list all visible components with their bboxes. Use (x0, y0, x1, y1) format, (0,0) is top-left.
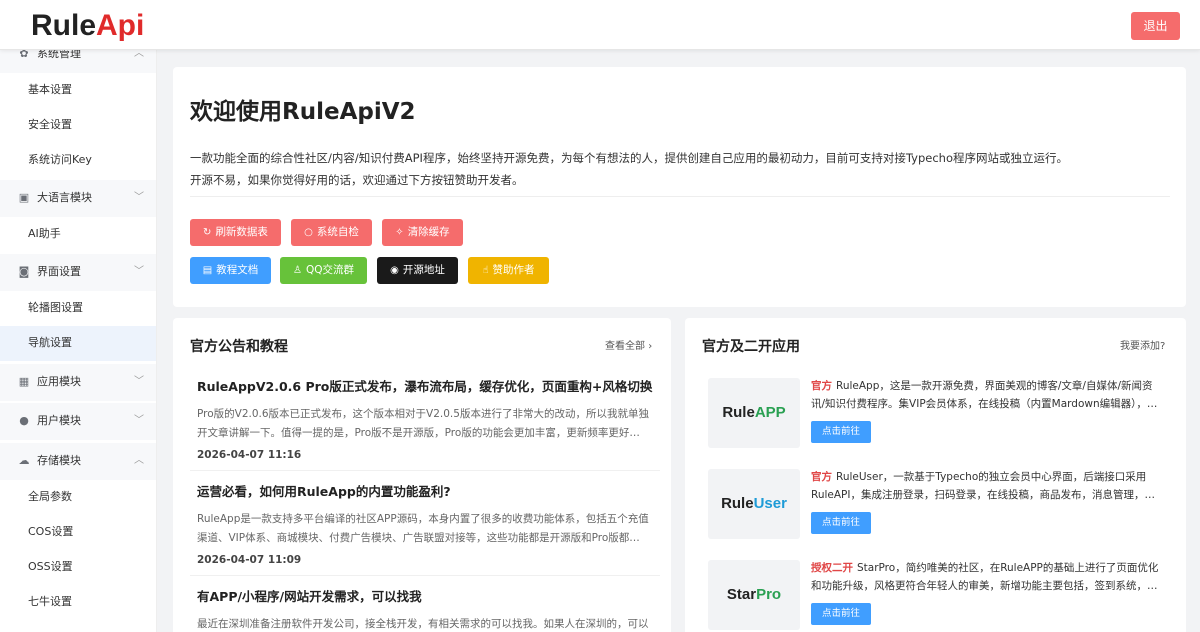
divider (190, 575, 660, 576)
app-description: 官方 RuleApp，这是一款开源免费，界面美观的博客/文章/自媒体/新闻资讯/知… (811, 380, 1158, 410)
add-app-link[interactable]: 我要添加? (1120, 339, 1165, 355)
app-tag: 授权二开 (811, 562, 853, 574)
app-description: 官方 RuleUser，一款基于Typecho的独立会员中心界面，后端接口采用Ru… (811, 471, 1155, 501)
thumb-icon: ☝ (482, 265, 489, 276)
apps-card: 官方及二开应用 我要添加? RuleAPP 官方 RuleApp，这是一款开源免费… (685, 318, 1186, 632)
sidebar-item-basic-settings[interactable]: 基本设置 (0, 73, 156, 108)
go-starpro-button[interactable]: 点击前往 (811, 603, 872, 625)
refresh-tables-button[interactable]: ↻ 刷新数据表 (190, 219, 281, 246)
broom-icon: ✧ (395, 227, 404, 238)
logo[interactable]: RuleApi (31, 8, 144, 44)
app-item-ruleuser: RuleUser 官方 RuleUser，一款基于Typecho的独立会员中心界面… (708, 469, 1168, 539)
user-icon: ● (19, 414, 29, 427)
app-item-ruleapp: RuleAPP 官方 RuleApp，这是一款开源免费，界面美观的博客/文章/自媒… (708, 378, 1168, 448)
top-header: RuleApi 退出 (0, 0, 1200, 50)
app-item-starpro: StarPro 授权二开 StarPro，简约唯美的社区，在RuleAPP的基础上… (708, 560, 1168, 630)
sidebar-item-cos-settings[interactable]: COS设置 (0, 515, 156, 550)
go-ruleuser-button[interactable]: 点击前往 (811, 512, 872, 534)
sidebar-item-oss-settings[interactable]: OSS设置 (0, 550, 156, 585)
chevron-up-icon: ︿ (134, 50, 144, 59)
sidebar-group-ui-settings[interactable]: ◙ 界面设置 ﹀ (0, 254, 156, 291)
app-tag: 官方 (811, 471, 832, 483)
system-check-button[interactable]: ○ 系统自检 (291, 219, 372, 246)
user-icon: ♙ (293, 265, 302, 276)
starpro-logo: StarPro (708, 560, 800, 630)
news-item[interactable]: 运营必看，如何用RuleApp的内置功能盈利? RuleApp是一款支持多平台编… (197, 483, 657, 568)
sponsor-button[interactable]: ☝ 赞助作者 (468, 257, 549, 284)
loop-icon: ○ (304, 227, 313, 238)
chevron-right-icon: › (648, 341, 653, 352)
document-icon: ▤ (202, 265, 213, 276)
page-title: 欢迎使用RuleApiV2 (190, 99, 416, 125)
chevron-down-icon: ﹀ (134, 376, 144, 387)
chevron-down-icon: ﹀ (134, 192, 144, 203)
cloud-upload-icon: ☁ (18, 454, 30, 467)
sidebar-item-qiniu-settings[interactable]: 七牛设置 (0, 585, 156, 620)
app-description: 授权二开 StarPro，简约唯美的社区，在RuleAPP的基础上进行了页面优化和… (811, 562, 1159, 592)
news-item[interactable]: 有APP/小程序/网站开发需求，可以找我 最近在深圳准备注册软件开发公司，接全栈… (197, 588, 657, 632)
sidebar-group-system[interactable]: ✿ 系统管理 ︿ (0, 50, 156, 73)
news-card: 官方公告和教程 查看全部 › RuleAppV2.0.6 Pro版正式发布，瀑布… (173, 318, 671, 632)
source-code-button[interactable]: ◉ 开源地址 (377, 257, 458, 284)
eye-icon: ◉ (390, 265, 399, 276)
logout-button[interactable]: 退出 (1131, 12, 1180, 40)
chevron-down-icon: ﹀ (134, 266, 144, 277)
sidebar-item-ai-assistant[interactable]: AI助手 (0, 217, 156, 252)
ruleapp-logo: RuleAPP (708, 378, 800, 448)
welcome-description: 一款功能全面的综合性社区/内容/知识付费API程序，始终坚持开源免费，为每个有想… (190, 151, 1068, 187)
go-ruleapp-button[interactable]: 点击前往 (811, 421, 872, 443)
view-all-link[interactable]: 查看全部 › (605, 339, 652, 355)
refresh-icon: ↻ (203, 227, 212, 238)
sidebar-group-llm[interactable]: ▣ 大语言模块 ﹀ (0, 180, 156, 217)
docs-button[interactable]: ▤ 教程文档 (190, 257, 271, 284)
chevron-up-icon: ︿ (134, 455, 144, 466)
clear-cache-button[interactable]: ✧ 清除缓存 (382, 219, 463, 246)
sidebar-item-nav-settings[interactable]: 导航设置 (0, 326, 156, 361)
sidebar-item-global-params[interactable]: 全局参数 (0, 480, 156, 515)
qq-group-button[interactable]: ♙ QQ交流群 (280, 257, 367, 284)
news-section-title: 官方公告和教程 (190, 339, 288, 355)
camera-icon: ◙ (18, 265, 30, 278)
sidebar: ✿ 系统管理 ︿ 基本设置 安全设置 系统访问Key ▣ 大语言模块 ﹀ AI助… (0, 50, 157, 632)
sidebar-group-app-module[interactable]: ▦ 应用模块 ﹀ (0, 364, 156, 401)
app-tag: 官方 (811, 380, 832, 392)
chevron-down-icon: ﹀ (134, 415, 144, 426)
sidebar-group-storage-module[interactable]: ☁ 存储模块 ︿ (0, 443, 156, 480)
ruleuser-logo: RuleUser (708, 469, 800, 539)
welcome-card: 欢迎使用RuleApiV2 一款功能全面的综合性社区/内容/知识付费API程序，… (173, 67, 1186, 307)
gear-icon: ✿ (19, 50, 29, 60)
divider (190, 470, 660, 471)
apps-section-title: 官方及二开应用 (702, 339, 800, 355)
grid-icon: ▦ (18, 375, 30, 388)
sidebar-item-security-settings[interactable]: 安全设置 (0, 108, 156, 143)
divider (190, 196, 1170, 197)
news-item[interactable]: RuleAppV2.0.6 Pro版正式发布，瀑布流布局，缓存优化，页面重构+风… (197, 378, 657, 463)
sidebar-group-user-module[interactable]: ● 用户模块 ﹀ (0, 403, 156, 440)
clipboard-icon: ▣ (18, 191, 30, 204)
sidebar-item-access-key[interactable]: 系统访问Key (0, 143, 156, 178)
sidebar-item-carousel-settings[interactable]: 轮播图设置 (0, 291, 156, 326)
